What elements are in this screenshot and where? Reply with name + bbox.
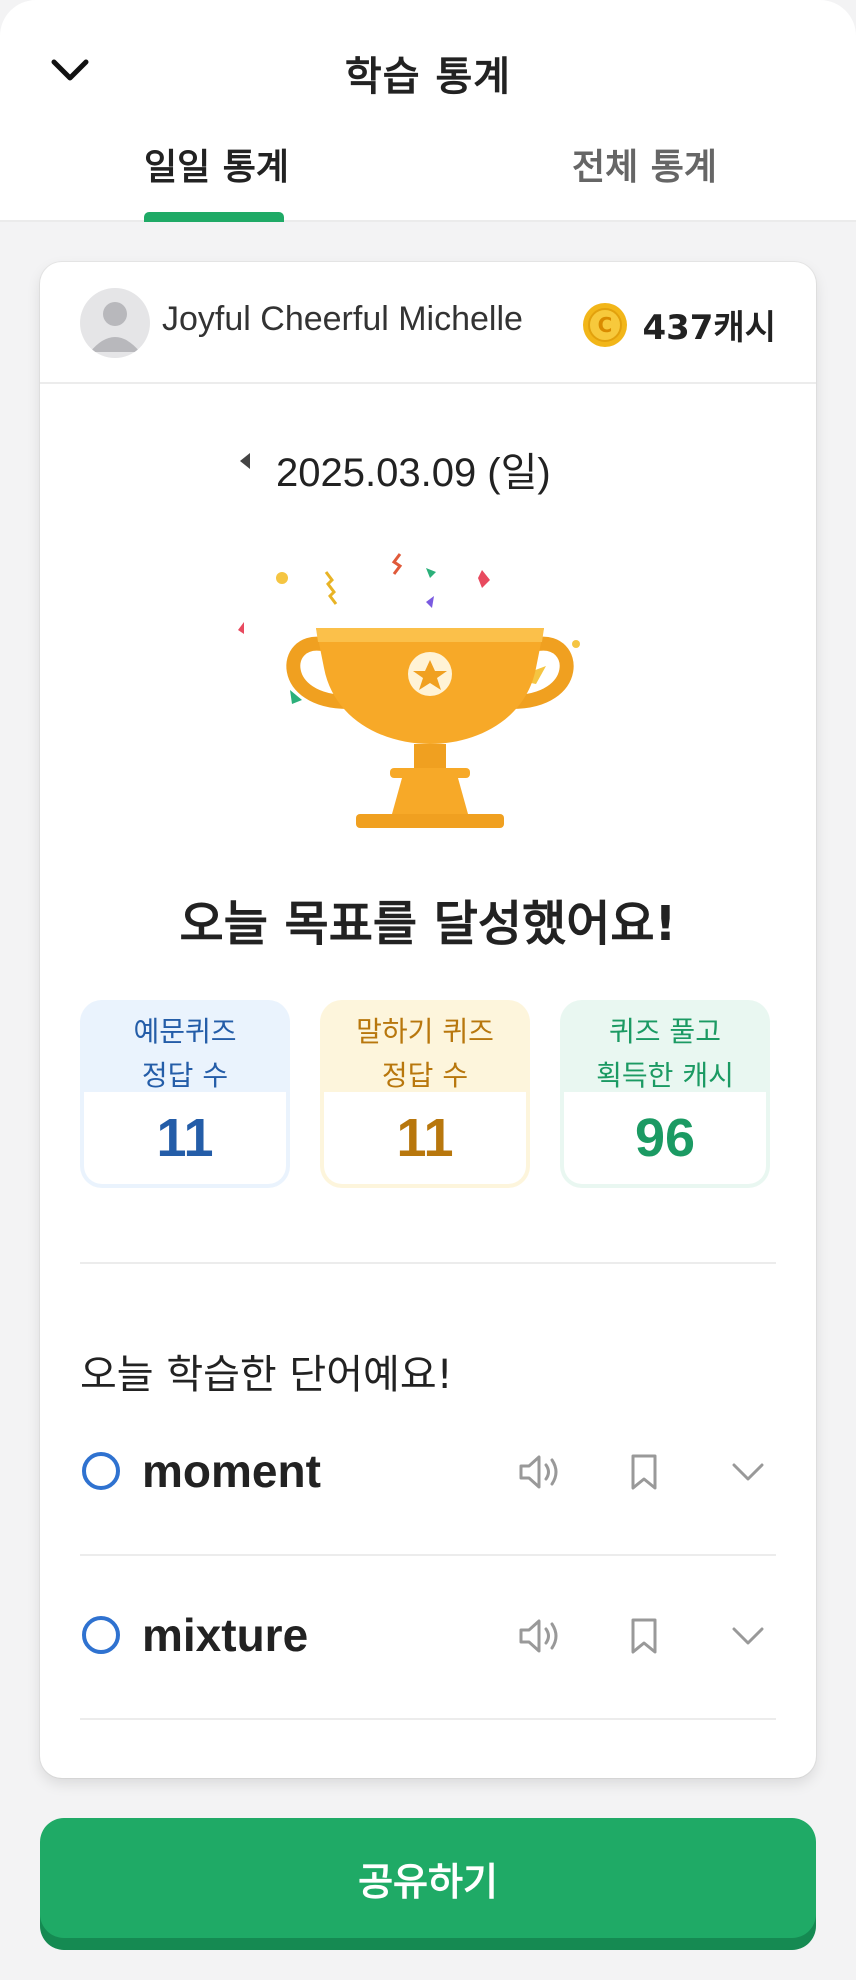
date-selector: 2025.03.09 (일) <box>40 432 816 495</box>
speaker-icon <box>519 1619 558 1653</box>
svg-text:C: C <box>598 313 613 337</box>
tab-daily-stats[interactable]: 일일 통계 <box>144 138 289 190</box>
stat-speaking-quiz-correct: 말하기 퀴즈 정답 수 11 <box>320 1000 530 1188</box>
chevron-down-icon <box>732 1627 764 1645</box>
stat-value: 11 <box>324 1092 526 1184</box>
username: Joyful Cheerful Michelle <box>162 300 523 338</box>
avatar <box>80 288 150 358</box>
bookmark-icon <box>631 1454 657 1490</box>
trophy-illustration <box>238 553 580 828</box>
caret-left-icon <box>240 453 250 469</box>
cash-balance: 437캐시 <box>642 308 776 348</box>
user-row: Joyful Cheerful Michelle C 437캐시 <box>40 262 816 384</box>
expand-button[interactable] <box>724 1612 772 1660</box>
word-text: moment <box>142 1445 321 1497</box>
stats-card: Joyful Cheerful Michelle C 437캐시 2025.03… <box>40 262 816 1778</box>
play-audio-button[interactable] <box>516 1612 564 1660</box>
play-audio-button[interactable] <box>516 1448 564 1496</box>
user-icon <box>90 302 140 352</box>
header: 학습 통계 일일 통계 전체 통계 <box>0 0 856 222</box>
stat-label: 퀴즈 풀고 <box>609 1015 721 1048</box>
divider <box>80 1262 776 1264</box>
page-title: 학습 통계 <box>344 54 512 100</box>
expand-button[interactable] <box>724 1448 772 1496</box>
stat-cash-earned: 퀴즈 풀고 획득한 캐시 96 <box>560 1000 770 1188</box>
word-list-item[interactable]: moment <box>80 1392 776 1556</box>
stat-example-quiz-correct: 예문퀴즈 정답 수 11 <box>80 1000 290 1188</box>
stat-value: 11 <box>84 1092 286 1184</box>
word-list-item[interactable]: mixture <box>80 1556 776 1720</box>
share-button[interactable]: 공유하기 <box>40 1818 816 1938</box>
current-date: 2025.03.09 (일) <box>276 451 551 495</box>
bookmark-button[interactable] <box>620 1612 668 1660</box>
tab-total-stats[interactable]: 전체 통계 <box>572 138 717 190</box>
bookmark-icon <box>631 1618 657 1654</box>
circle-icon <box>82 1616 120 1654</box>
bookmark-button[interactable] <box>620 1448 668 1496</box>
previous-date-button[interactable] <box>230 446 260 476</box>
speaker-icon <box>519 1455 558 1489</box>
word-text: mixture <box>142 1609 309 1661</box>
coin-icon: C <box>583 303 627 347</box>
stat-value: 96 <box>564 1092 766 1184</box>
stat-label: 말하기 퀴즈 <box>356 1015 494 1048</box>
stat-label: 예문퀴즈 <box>133 1015 237 1048</box>
circle-icon <box>82 1452 120 1490</box>
active-tab-indicator <box>144 212 284 222</box>
chevron-down-icon <box>732 1463 764 1481</box>
goal-achieved-headline: 오늘 목표를 달성했어요! <box>179 896 677 952</box>
